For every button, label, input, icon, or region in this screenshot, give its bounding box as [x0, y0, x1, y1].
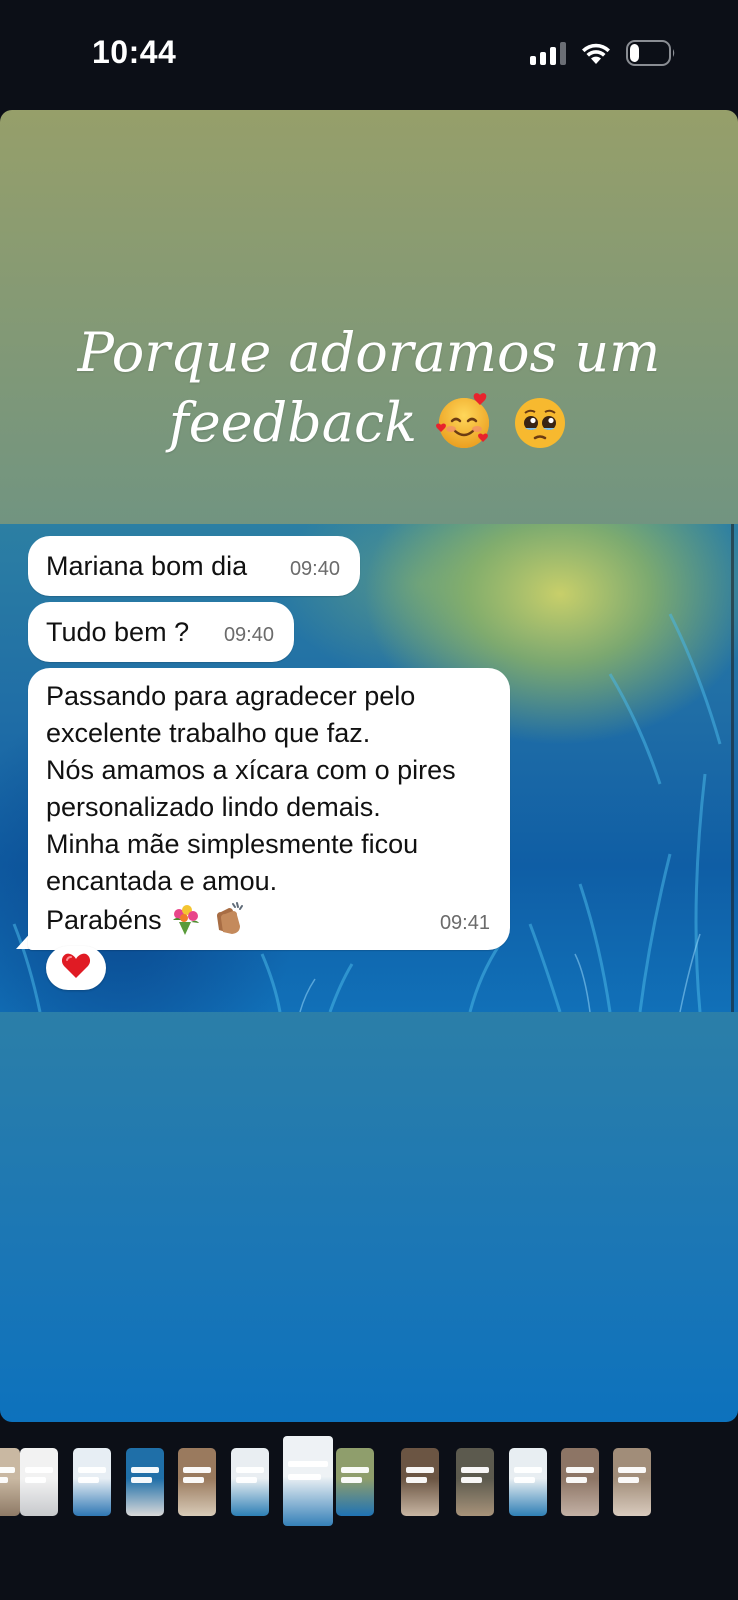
- thumbnail-preview-line: [288, 1461, 328, 1468]
- thumbnail-preview-line: [183, 1467, 211, 1474]
- story-thumbnail[interactable]: [231, 1448, 269, 1516]
- thumbnail-preview-line: [406, 1476, 427, 1483]
- story-view[interactable]: Porque adoramos um feedback Mariana bom …: [0, 110, 738, 1422]
- thumbnail-preview-line: [78, 1476, 99, 1483]
- message-time-3: 09:41: [439, 912, 490, 934]
- thumbnail-preview-line: [25, 1467, 53, 1474]
- story-thumbnail[interactable]: [336, 1448, 374, 1516]
- story-thumbnail[interactable]: [0, 1448, 20, 1516]
- thumbnail-preview-line: [131, 1467, 159, 1474]
- red-heart-icon: [61, 952, 91, 985]
- caption-line-1: Porque adoramos um: [77, 321, 661, 384]
- story-thumbnail-strip: [0, 1436, 738, 1528]
- thumbnail-preview-line: [0, 1467, 15, 1474]
- thumbnail-preview-line: [0, 1476, 8, 1483]
- screenshot-edge: [731, 524, 734, 1012]
- battery-icon: [626, 40, 676, 66]
- thumbnail-preview-line: [183, 1476, 204, 1483]
- story-thumbnail[interactable]: [178, 1448, 216, 1516]
- message-text-3: Passando para agradecer pelo excelente t…: [46, 681, 456, 935]
- thumbnail-preview-line: [566, 1467, 594, 1474]
- thumbnail-preview-line: [406, 1467, 434, 1474]
- thumbnail-preview-line: [341, 1467, 369, 1474]
- thumbnail-preview-line: [461, 1476, 482, 1483]
- story-thumbnail[interactable]: [401, 1448, 439, 1516]
- thumbnail-preview-line: [566, 1476, 587, 1483]
- story-thumbnail[interactable]: [561, 1448, 599, 1516]
- story-thumbnail[interactable]: [283, 1436, 333, 1526]
- message-reaction[interactable]: [46, 946, 106, 990]
- message-bubble-3: Passando para agradecer pelo excelente t…: [28, 668, 510, 950]
- thumbnail-preview-line: [288, 1473, 321, 1480]
- smiling-face-with-hearts-icon: [434, 391, 511, 454]
- thumbnail-preview-line: [618, 1476, 639, 1483]
- caption-line-2: feedback: [0, 388, 738, 458]
- thumbnail-preview-line: [236, 1476, 257, 1483]
- chat-screenshot: Mariana bom dia 09:40 Tudo bem ? 09:40 P…: [0, 524, 738, 1012]
- message-time-1: 09:40: [289, 558, 340, 580]
- thumbnail-preview-line: [514, 1467, 542, 1474]
- wifi-icon: [580, 41, 612, 65]
- story-thumbnail[interactable]: [456, 1448, 494, 1516]
- message-bubble-1: Mariana bom dia 09:40: [28, 536, 360, 596]
- thumbnail-preview-line: [236, 1467, 264, 1474]
- message-time-2: 09:40: [223, 624, 274, 646]
- message-bubble-2: Tudo bem ? 09:40: [28, 602, 294, 662]
- status-bar: 10:44: [0, 0, 738, 110]
- story-caption: Porque adoramos um feedback: [0, 318, 738, 458]
- thumbnail-preview-line: [131, 1476, 152, 1483]
- clapping-hands-icon: [211, 902, 247, 935]
- caption-word-feedback: feedback: [168, 391, 417, 454]
- story-thumbnail[interactable]: [73, 1448, 111, 1516]
- thumbnail-preview-line: [461, 1467, 489, 1474]
- thumbnail-preview-line: [514, 1476, 535, 1483]
- cellular-signal-icon: [530, 41, 566, 65]
- thumbnail-preview-line: [78, 1467, 106, 1474]
- thumbnail-preview-line: [618, 1467, 646, 1474]
- status-time: 10:44: [92, 34, 177, 70]
- bouquet-icon: [169, 905, 203, 935]
- story-thumbnail[interactable]: [613, 1448, 651, 1516]
- story-thumbnail[interactable]: [126, 1448, 164, 1516]
- thumbnail-preview-line: [25, 1476, 46, 1483]
- story-thumbnail[interactable]: [509, 1448, 547, 1516]
- pleading-face-icon: [511, 391, 569, 454]
- status-icons: [530, 40, 676, 66]
- thumbnail-preview-line: [341, 1476, 362, 1483]
- story-thumbnail[interactable]: [20, 1448, 58, 1516]
